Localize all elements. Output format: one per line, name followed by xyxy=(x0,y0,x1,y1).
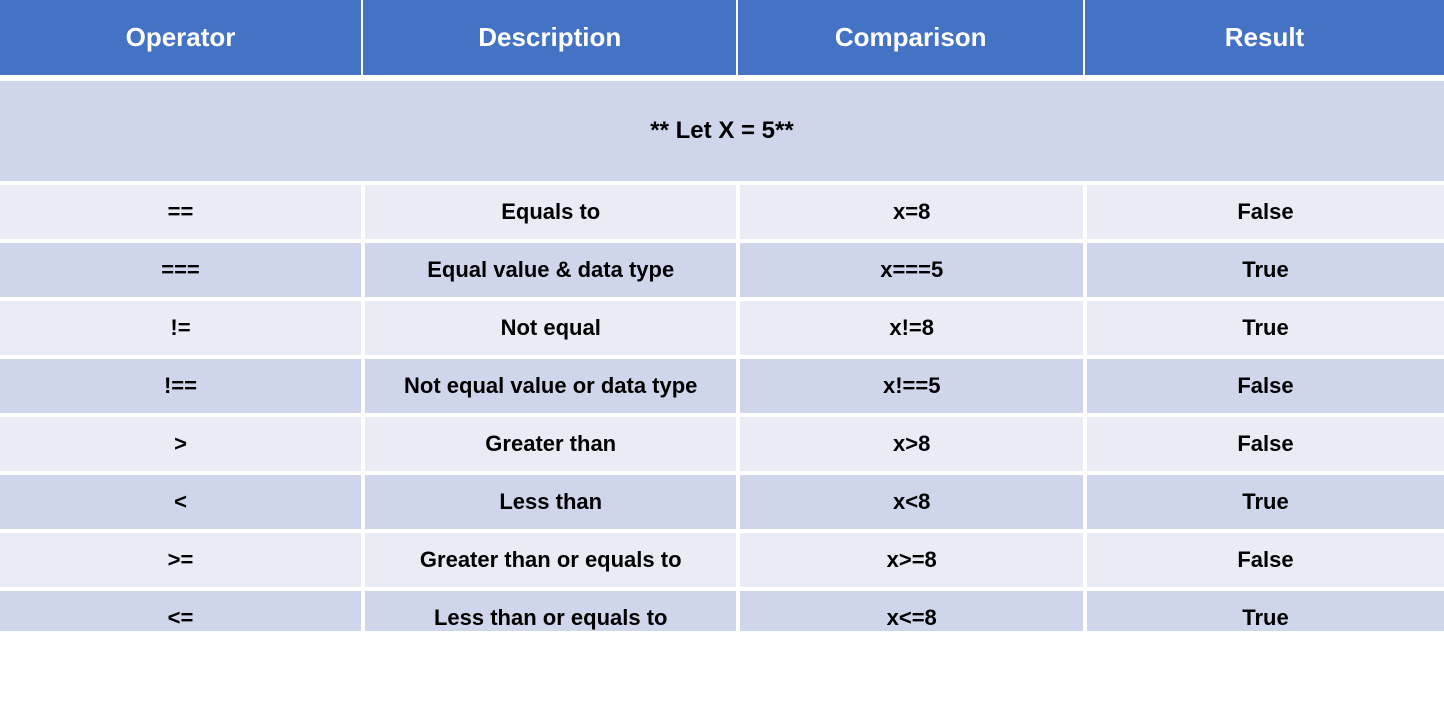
cell-description: Equals to xyxy=(361,185,736,243)
banner-row: ** Let X = 5** xyxy=(0,81,1444,185)
cell-result: True xyxy=(1083,301,1444,359)
comparison-operators-table: Operator Description Comparison Result *… xyxy=(0,0,1444,631)
cell-operator: > xyxy=(0,417,361,475)
col-header-description: Description xyxy=(361,0,736,81)
table-header-row: Operator Description Comparison Result xyxy=(0,0,1444,81)
cell-operator: < xyxy=(0,475,361,533)
cell-result: False xyxy=(1083,533,1444,591)
cell-comparison: x<=8 xyxy=(736,591,1083,631)
col-header-operator: Operator xyxy=(0,0,361,81)
table-row: <= Less than or equals to x<=8 True xyxy=(0,591,1444,631)
banner-text: ** Let X = 5** xyxy=(0,81,1444,185)
cell-operator: >= xyxy=(0,533,361,591)
table-row: == Equals to x=8 False xyxy=(0,185,1444,243)
cell-result: False xyxy=(1083,359,1444,417)
cell-operator: === xyxy=(0,243,361,301)
cell-operator: <= xyxy=(0,591,361,631)
cell-result: True xyxy=(1083,243,1444,301)
cell-operator: == xyxy=(0,185,361,243)
table-row: < Less than x<8 True xyxy=(0,475,1444,533)
cell-result: False xyxy=(1083,417,1444,475)
table-row: != Not equal x!=8 True xyxy=(0,301,1444,359)
cell-comparison: x>=8 xyxy=(736,533,1083,591)
cell-comparison: x<8 xyxy=(736,475,1083,533)
table-row: === Equal value & data type x===5 True xyxy=(0,243,1444,301)
cell-result: True xyxy=(1083,475,1444,533)
cell-result: False xyxy=(1083,185,1444,243)
cell-comparison: x===5 xyxy=(736,243,1083,301)
cell-description: Not equal xyxy=(361,301,736,359)
cell-description: Less than xyxy=(361,475,736,533)
cell-comparison: x!==5 xyxy=(736,359,1083,417)
cell-comparison: x!=8 xyxy=(736,301,1083,359)
cell-description: Greater than or equals to xyxy=(361,533,736,591)
table-row: !== Not equal value or data type x!==5 F… xyxy=(0,359,1444,417)
cell-operator: != xyxy=(0,301,361,359)
cell-description: Not equal value or data type xyxy=(361,359,736,417)
cell-description: Greater than xyxy=(361,417,736,475)
table-row: >= Greater than or equals to x>=8 False xyxy=(0,533,1444,591)
cell-result: True xyxy=(1083,591,1444,631)
cell-description: Equal value & data type xyxy=(361,243,736,301)
col-header-result: Result xyxy=(1083,0,1444,81)
cell-comparison: x>8 xyxy=(736,417,1083,475)
col-header-comparison: Comparison xyxy=(736,0,1083,81)
table-row: > Greater than x>8 False xyxy=(0,417,1444,475)
cell-description: Less than or equals to xyxy=(361,591,736,631)
cell-operator: !== xyxy=(0,359,361,417)
cell-comparison: x=8 xyxy=(736,185,1083,243)
